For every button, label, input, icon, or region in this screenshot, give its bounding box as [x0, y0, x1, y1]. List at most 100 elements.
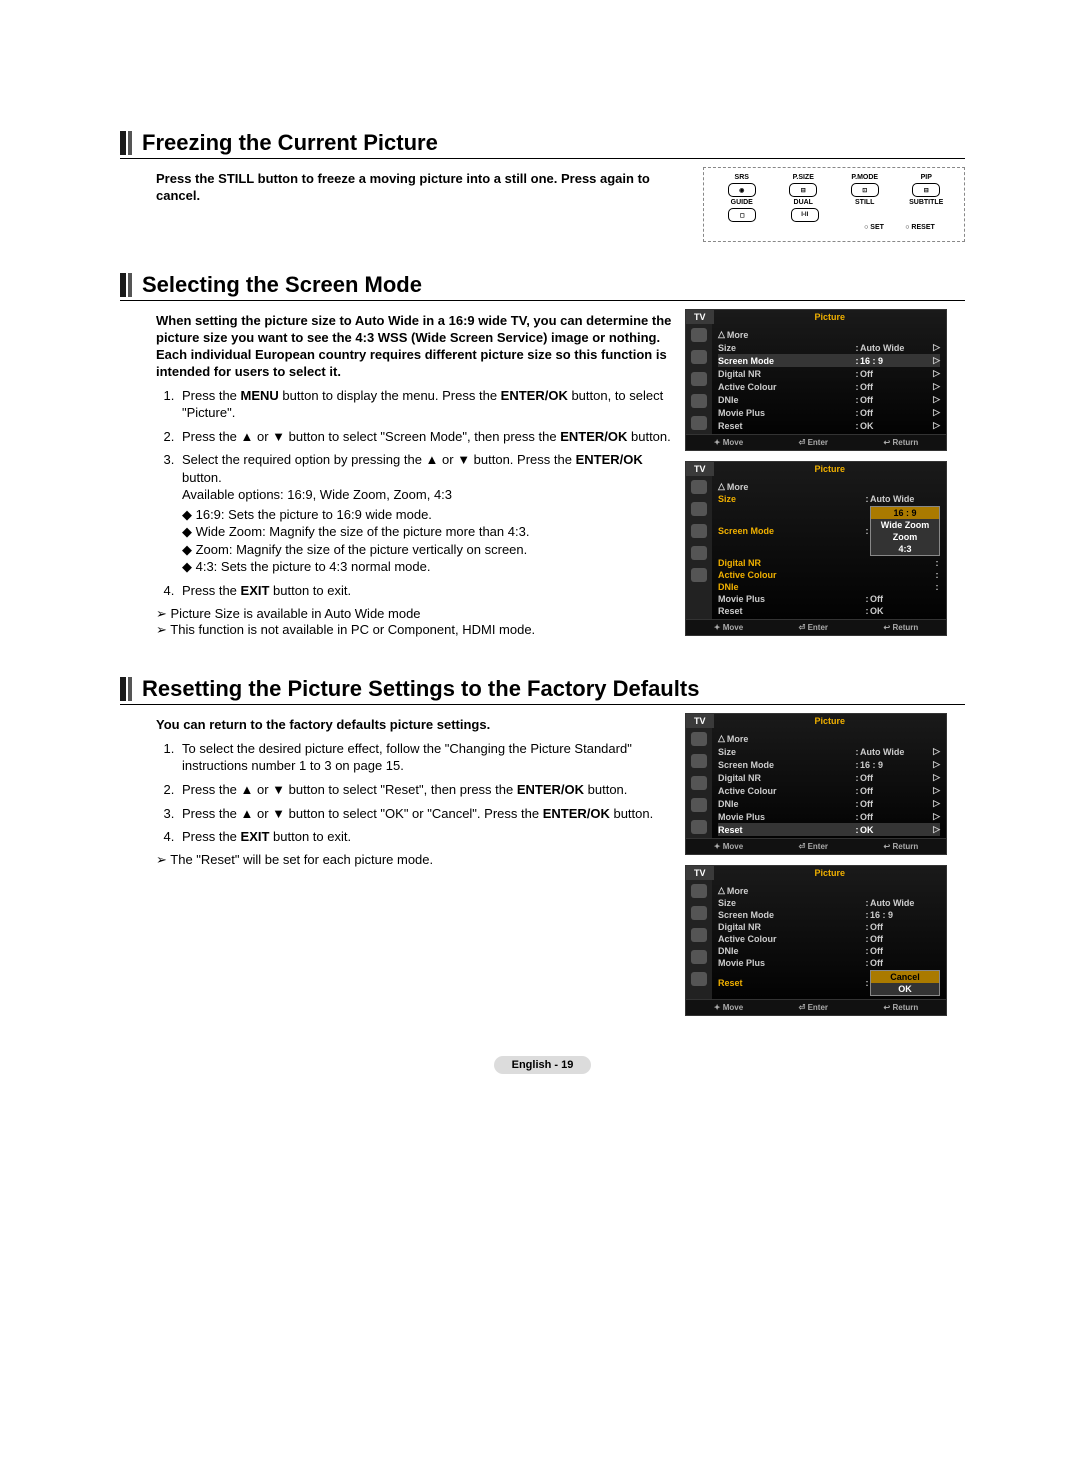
osd-row-reset[interactable]: Reset: Cancel OK: [718, 969, 940, 997]
osd-footer-move: ✦ Move: [714, 842, 743, 851]
osd-row-digitalnr[interactable]: Digital NR:Off: [718, 921, 940, 933]
osd-row-size[interactable]: Size:Auto Wide: [718, 493, 940, 505]
osd-row-activecolour[interactable]: Active Colour:Off▷: [718, 784, 940, 797]
osd-menu-screenmode-dropdown: TV Picture More Size:Aut: [685, 461, 947, 636]
input-icon: [691, 820, 707, 834]
option-43: 4:3: Sets the picture to 4:3 normal mode…: [182, 558, 675, 576]
opt-widezoom[interactable]: Wide Zoom: [871, 519, 939, 531]
page-footer: English - 19: [120, 1056, 965, 1071]
osd-more: More: [718, 480, 940, 493]
section-header: Selecting the Screen Mode: [120, 272, 965, 301]
osd-category-icons: [686, 324, 712, 434]
remote-label-pmode: P.MODE: [845, 174, 885, 181]
osd-row-digitalnr[interactable]: Digital NR:Off▷: [718, 771, 940, 784]
osd-footer-move: ✦ Move: [714, 438, 743, 447]
setup-icon: [691, 950, 707, 964]
note-1: Picture Size is available in Auto Wide m…: [156, 606, 675, 622]
remote-control-diagram: SRS P.SIZE P.MODE PIP ◉ ⊟ ⊡ ⊟ GUIDE DUAL: [703, 167, 965, 242]
setup-icon: [691, 546, 707, 560]
section-reset: Resetting the Picture Settings to the Fa…: [120, 676, 965, 1026]
osd-more: More: [718, 328, 940, 341]
osd-row-dnie[interactable]: DNIe:Off▷: [718, 797, 940, 810]
osd-row-screenmode[interactable]: Screen Mode:16 : 9▷: [718, 758, 940, 771]
osd-footer: ✦ Move ⏎ Enter ↩ Return: [686, 619, 946, 635]
remote-btn-icon: ◉: [728, 183, 756, 197]
osd-footer-enter: ⏎ Enter: [799, 438, 828, 447]
opt-cancel[interactable]: Cancel: [871, 971, 939, 983]
picture-icon: [691, 732, 707, 746]
header-accent-bars: [120, 131, 132, 155]
section-intro: Press the STILL button to freeze a movin…: [156, 171, 675, 205]
setup-icon: [691, 394, 707, 408]
input-icon: [691, 568, 707, 582]
option-169: 16:9: Sets the picture to 16:9 wide mode…: [182, 506, 675, 524]
osd-row-movieplus[interactable]: Movie Plus:Off▷: [718, 406, 940, 419]
osd-row-size[interactable]: Size:Auto Wide: [718, 897, 940, 909]
section-title: Freezing the Current Picture: [142, 130, 438, 156]
osd-menu-reset-highlight: TV Picture More Size:Aut: [685, 713, 947, 855]
opt-43[interactable]: 4:3: [871, 543, 939, 555]
osd-row-reset[interactable]: Reset:OK▷: [718, 419, 940, 432]
channel-icon: [691, 776, 707, 790]
osd-footer-return: ↩ Return: [884, 623, 919, 632]
section-intro: You can return to the factory defaults p…: [156, 717, 675, 734]
osd-title: Picture: [714, 310, 946, 324]
step-2: Press the ▲ or ▼ button to select "Scree…: [178, 428, 675, 446]
osd-row-reset[interactable]: Reset:OK: [718, 605, 940, 617]
remote-label-guide: GUIDE: [722, 199, 762, 206]
osd-row-digitalnr[interactable]: Digital NR:Off▷: [718, 367, 940, 380]
osd-row-digitalnr[interactable]: Digital NR:: [718, 557, 940, 569]
osd-footer-move: ✦ Move: [714, 623, 743, 632]
opt-ok[interactable]: OK: [871, 983, 939, 995]
osd-item-list: More Size:Auto Wide Screen Mode: 16 : 9 …: [712, 476, 946, 619]
section-title: Resetting the Picture Settings to the Fa…: [142, 676, 699, 702]
osd-row-screenmode[interactable]: Screen Mode: 16 : 9 Wide Zoom Zoom 4:3: [718, 505, 940, 557]
available-options: Available options: 16:9, Wide Zoom, Zoom…: [182, 487, 452, 502]
input-icon: [691, 972, 707, 986]
picture-icon: [691, 480, 707, 494]
osd-row-size[interactable]: Size:Auto Wide▷: [718, 341, 940, 354]
osd-menu-screenmode-highlight: TV Picture More Size:Aut: [685, 309, 947, 451]
note-2: This function is not available in PC or …: [156, 622, 675, 638]
osd-row-screenmode[interactable]: Screen Mode:16 : 9▷: [718, 354, 940, 367]
osd-category-icons: [686, 880, 712, 999]
osd-footer-return: ↩ Return: [884, 1003, 919, 1012]
page-number-pill: English - 19: [494, 1056, 592, 1074]
notes-list: The "Reset" will be set for each picture…: [156, 852, 675, 868]
section-title: Selecting the Screen Mode: [142, 272, 422, 298]
header-accent-bars: [120, 677, 132, 701]
osd-row-activecolour[interactable]: Active Colour:Off: [718, 933, 940, 945]
osd-row-dnie[interactable]: DNIe:Off: [718, 945, 940, 957]
notes-list: Picture Size is available in Auto Wide m…: [156, 606, 675, 638]
osd-row-movieplus[interactable]: Movie Plus:Off▷: [718, 810, 940, 823]
osd-item-list: More Size:Auto Wide▷ Screen Mode:16 : 9▷…: [712, 728, 946, 838]
osd-row-activecolour[interactable]: Active Colour:Off▷: [718, 380, 940, 393]
remote-btn-icon: ◻: [728, 208, 756, 222]
step-1: To select the desired picture effect, fo…: [178, 740, 675, 775]
osd-footer-enter: ⏎ Enter: [799, 1003, 828, 1012]
remote-label-reset: ○ RESET: [900, 224, 940, 231]
osd-tv-tab: TV: [686, 462, 714, 476]
osd-dropdown[interactable]: 16 : 9 Wide Zoom Zoom 4:3: [870, 506, 940, 556]
osd-footer-move: ✦ Move: [714, 1003, 743, 1012]
remote-btn-icon: ⊟: [789, 183, 817, 197]
osd-row-reset[interactable]: Reset:OK▷: [718, 823, 940, 836]
section-screen-mode: Selecting the Screen Mode When setting t…: [120, 272, 965, 646]
remote-label-psize: P.SIZE: [783, 174, 823, 181]
section-intro: When setting the picture size to Auto Wi…: [156, 313, 675, 381]
osd-row-activecolour[interactable]: Active Colour:: [718, 569, 940, 581]
osd-row-dnie[interactable]: DNIe:Off▷: [718, 393, 940, 406]
section-header: Freezing the Current Picture: [120, 130, 965, 159]
channel-icon: [691, 928, 707, 942]
osd-row-screenmode[interactable]: Screen Mode:16 : 9: [718, 909, 940, 921]
osd-dropdown[interactable]: Cancel OK: [870, 970, 940, 996]
osd-row-movieplus[interactable]: Movie Plus:Off: [718, 957, 940, 969]
input-icon: [691, 416, 707, 430]
osd-row-movieplus[interactable]: Movie Plus:Off: [718, 593, 940, 605]
opt-169[interactable]: 16 : 9: [871, 507, 939, 519]
osd-row-size[interactable]: Size:Auto Wide▷: [718, 745, 940, 758]
channel-icon: [691, 372, 707, 386]
opt-zoom[interactable]: Zoom: [871, 531, 939, 543]
osd-row-dnie[interactable]: DNIe:: [718, 581, 940, 593]
step-3: Select the required option by pressing t…: [178, 451, 675, 576]
